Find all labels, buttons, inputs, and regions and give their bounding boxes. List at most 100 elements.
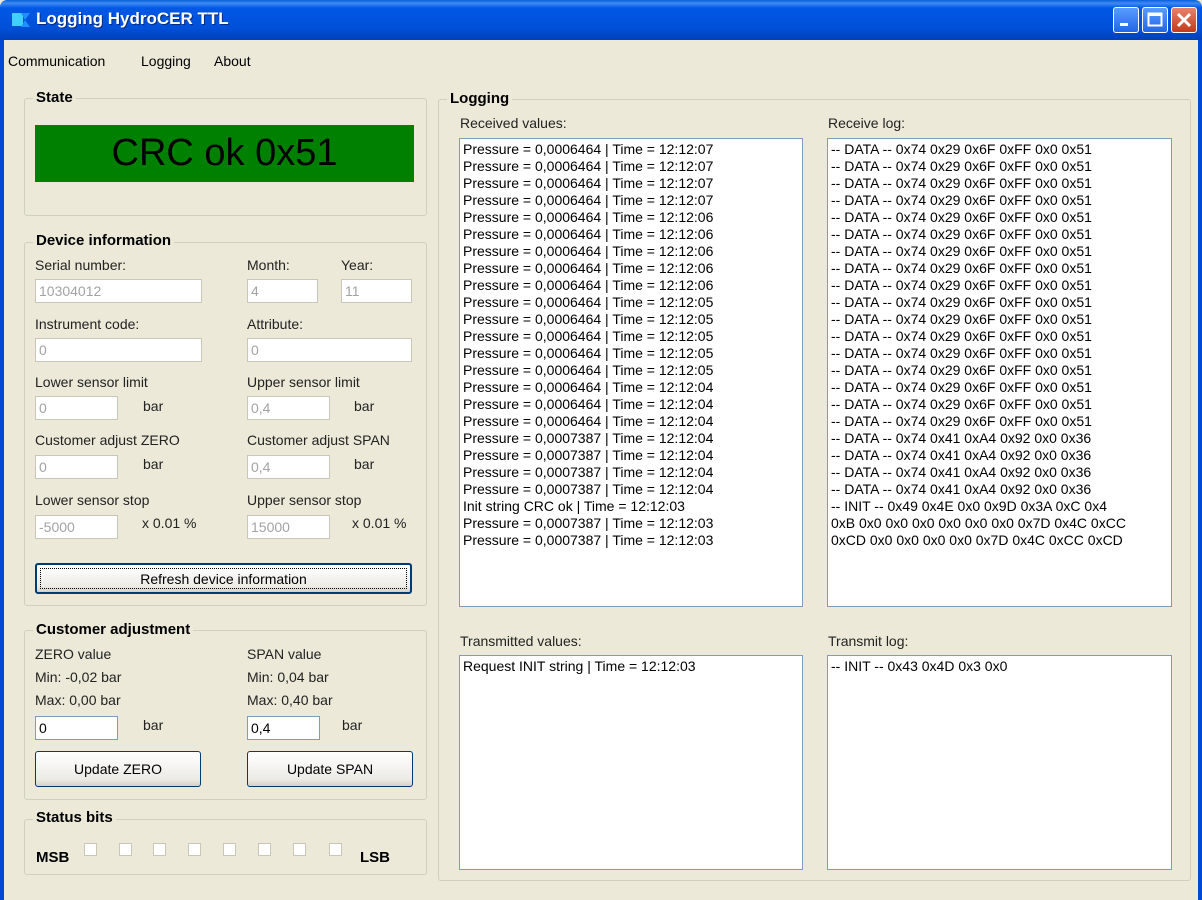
serial-number-label: Serial number:	[35, 257, 127, 273]
update-span-button[interactable]: Update SPAN	[247, 751, 413, 787]
upper-sensor-limit-field[interactable]: 0,4	[247, 396, 330, 420]
status-bit-3-checkbox[interactable]	[223, 843, 236, 856]
logging-legend: Logging	[447, 90, 513, 107]
receive-log-label: Receive log:	[828, 115, 906, 131]
list-item[interactable]: -- DATA -- 0x74 0x29 0x6F 0xFF 0x0 0x51	[831, 243, 1168, 260]
minimize-icon	[1120, 23, 1128, 26]
list-item[interactable]: Pressure = 0,0006464 | Time = 12:12:06	[463, 226, 799, 243]
attribute-field[interactable]: 0	[247, 338, 412, 362]
list-item[interactable]: -- DATA -- 0x74 0x41 0xA4 0x92 0x0 0x36	[831, 430, 1168, 447]
list-item[interactable]: Pressure = 0,0006464 | Time = 12:12:05	[463, 362, 799, 379]
status-bit-6-checkbox[interactable]	[119, 843, 132, 856]
list-item[interactable]: Pressure = 0,0007387 | Time = 12:12:03	[463, 532, 799, 549]
menu-logging[interactable]: Logging	[141, 53, 191, 69]
list-item[interactable]: Pressure = 0,0006464 | Time = 12:12:06	[463, 209, 799, 226]
status-bit-0-checkbox[interactable]	[329, 843, 342, 856]
list-item[interactable]: Pressure = 0,0006464 | Time = 12:12:05	[463, 345, 799, 362]
list-item[interactable]: -- DATA -- 0x74 0x29 0x6F 0xFF 0x0 0x51	[831, 345, 1168, 362]
list-item[interactable]: Pressure = 0,0006464 | Time = 12:12:07	[463, 192, 799, 209]
lower-sensor-stop-field[interactable]: -5000	[35, 515, 118, 539]
serial-number-field[interactable]: 10304012	[35, 279, 202, 303]
month-field[interactable]: 4	[247, 279, 318, 303]
span-value-input[interactable]: 0,4	[247, 716, 320, 740]
list-item[interactable]: Pressure = 0,0007387 | Time = 12:12:03	[463, 515, 799, 532]
list-item[interactable]: -- DATA -- 0x74 0x29 0x6F 0xFF 0x0 0x51	[831, 379, 1168, 396]
list-item[interactable]: Pressure = 0,0006464 | Time = 12:12:06	[463, 260, 799, 277]
list-item[interactable]: -- DATA -- 0x74 0x29 0x6F 0xFF 0x0 0x51	[831, 328, 1168, 345]
list-item[interactable]: -- DATA -- 0x74 0x29 0x6F 0xFF 0x0 0x51	[831, 311, 1168, 328]
attribute-label: Attribute:	[247, 316, 304, 332]
list-item[interactable]: Init string CRC ok | Time = 12:12:03	[463, 498, 799, 515]
list-item[interactable]: Pressure = 0,0007387 | Time = 12:12:04	[463, 447, 799, 464]
list-item[interactable]: Request INIT string | Time = 12:12:03	[463, 658, 799, 675]
state-display: CRC ok 0x51	[35, 125, 414, 182]
status-bit-1-checkbox[interactable]	[293, 843, 306, 856]
lower-sensor-stop-label: Lower sensor stop	[35, 492, 150, 508]
month-label: Month:	[247, 257, 290, 273]
zero-value-input[interactable]: 0	[35, 716, 118, 740]
list-item[interactable]: -- DATA -- 0x74 0x41 0xA4 0x92 0x0 0x36	[831, 481, 1168, 498]
received-values-list[interactable]: Pressure = 0,0006464 | Time = 12:12:07 Pr…	[459, 138, 803, 607]
upper-sensor-stop-label: Upper sensor stop	[247, 492, 362, 508]
list-item[interactable]: -- DATA -- 0x74 0x41 0xA4 0x92 0x0 0x36	[831, 464, 1168, 481]
close-button[interactable]	[1171, 7, 1197, 33]
list-item[interactable]: Pressure = 0,0007387 | Time = 12:12:04	[463, 430, 799, 447]
list-item[interactable]: Pressure = 0,0006464 | Time = 12:12:07	[463, 175, 799, 192]
list-item[interactable]: Pressure = 0,0006464 | Time = 12:12:05	[463, 294, 799, 311]
list-item[interactable]: -- DATA -- 0x74 0x29 0x6F 0xFF 0x0 0x51	[831, 362, 1168, 379]
list-item[interactable]: -- DATA -- 0x74 0x29 0x6F 0xFF 0x0 0x51	[831, 260, 1168, 277]
list-item[interactable]: -- DATA -- 0x74 0x29 0x6F 0xFF 0x0 0x51	[831, 192, 1168, 209]
transmitted-values-list[interactable]: Request INIT string | Time = 12:12:03	[459, 655, 803, 870]
instrument-code-field[interactable]: 0	[35, 338, 202, 362]
list-item[interactable]: -- DATA -- 0x74 0x29 0x6F 0xFF 0x0 0x51	[831, 158, 1168, 175]
list-item[interactable]: -- DATA -- 0x74 0x29 0x6F 0xFF 0x0 0x51	[831, 175, 1168, 192]
customer-adjust-zero-field[interactable]: 0	[35, 455, 118, 479]
list-item[interactable]: -- DATA -- 0x74 0x29 0x6F 0xFF 0x0 0x51	[831, 413, 1168, 430]
list-item[interactable]: Pressure = 0,0006464 | Time = 12:12:06	[463, 243, 799, 260]
lower-sensor-limit-label: Lower sensor limit	[35, 374, 148, 390]
zero-value-title: ZERO value	[35, 646, 112, 662]
minimize-button[interactable]	[1113, 7, 1139, 33]
customer-adjust-zero-label: Customer adjust ZERO	[35, 432, 180, 448]
status-bit-4-checkbox[interactable]	[188, 843, 201, 856]
lower-sensor-limit-field[interactable]: 0	[35, 396, 118, 420]
maximize-icon	[1147, 12, 1163, 27]
update-zero-button[interactable]: Update ZERO	[35, 751, 201, 787]
status-bit-7-checkbox[interactable]	[84, 843, 97, 856]
refresh-device-info-button[interactable]: Refresh device information	[35, 563, 412, 594]
list-item[interactable]: Pressure = 0,0006464 | Time = 12:12:04	[463, 396, 799, 413]
window-title: Logging HydroCER TTL	[36, 9, 229, 28]
customer-adjust-span-field[interactable]: 0,4	[247, 455, 330, 479]
list-item[interactable]: Pressure = 0,0006464 | Time = 12:12:07	[463, 158, 799, 175]
list-item[interactable]: Pressure = 0,0007387 | Time = 12:12:04	[463, 481, 799, 498]
list-item[interactable]: -- DATA -- 0x74 0x29 0x6F 0xFF 0x0 0x51	[831, 209, 1168, 226]
status-bit-5-checkbox[interactable]	[153, 843, 166, 856]
upper-sensor-stop-field[interactable]: 15000	[247, 515, 330, 539]
receive-log-list[interactable]: -- DATA -- 0x74 0x29 0x6F 0xFF 0x0 0x51-…	[827, 138, 1172, 607]
list-item[interactable]: Pressure = 0,0006464 | Time = 12:12:07	[463, 141, 799, 158]
list-item[interactable]: Pressure = 0,0006464 | Time = 12:12:06	[463, 277, 799, 294]
list-item[interactable]: Pressure = 0,0007387 | Time = 12:12:04	[463, 464, 799, 481]
list-item[interactable]: 0xCD 0x0 0x0 0x0 0x0 0x7D 0x4C 0xCC 0xCD	[831, 532, 1168, 549]
list-item[interactable]: -- DATA -- 0x74 0x29 0x6F 0xFF 0x0 0x51	[831, 277, 1168, 294]
list-item[interactable]: -- DATA -- 0x74 0x29 0x6F 0xFF 0x0 0x51	[831, 294, 1168, 311]
menu-communication[interactable]: Communication	[8, 53, 105, 69]
maximize-button[interactable]	[1142, 7, 1168, 33]
list-item[interactable]: -- INIT -- 0x49 0x4E 0x0 0x9D 0x3A 0xC 0…	[831, 498, 1168, 515]
list-item[interactable]: -- DATA -- 0x74 0x29 0x6F 0xFF 0x0 0x51	[831, 226, 1168, 243]
list-item[interactable]: 0xB 0x0 0x0 0x0 0x0 0x0 0x0 0x7D 0x4C 0x…	[831, 515, 1168, 532]
year-field[interactable]: 11	[341, 279, 412, 303]
list-item[interactable]: -- DATA -- 0x74 0x41 0xA4 0x92 0x0 0x36	[831, 447, 1168, 464]
list-item[interactable]: Pressure = 0,0006464 | Time = 12:12:04	[463, 413, 799, 430]
transmit-log-list[interactable]: -- INIT -- 0x43 0x4D 0x3 0x0	[827, 655, 1172, 870]
list-item[interactable]: Pressure = 0,0006464 | Time = 12:12:05	[463, 328, 799, 345]
list-item[interactable]: -- INIT -- 0x43 0x4D 0x3 0x0	[831, 658, 1168, 675]
adjust-span-unit: bar	[354, 456, 375, 472]
status-bit-2-checkbox[interactable]	[258, 843, 271, 856]
menu-about[interactable]: About	[214, 53, 251, 69]
list-item[interactable]: Pressure = 0,0006464 | Time = 12:12:04	[463, 379, 799, 396]
list-item[interactable]: -- DATA -- 0x74 0x29 0x6F 0xFF 0x0 0x51	[831, 396, 1168, 413]
span-unit: bar	[342, 717, 363, 733]
list-item[interactable]: -- DATA -- 0x74 0x29 0x6F 0xFF 0x0 0x51	[831, 141, 1168, 158]
list-item[interactable]: Pressure = 0,0006464 | Time = 12:12:05	[463, 311, 799, 328]
